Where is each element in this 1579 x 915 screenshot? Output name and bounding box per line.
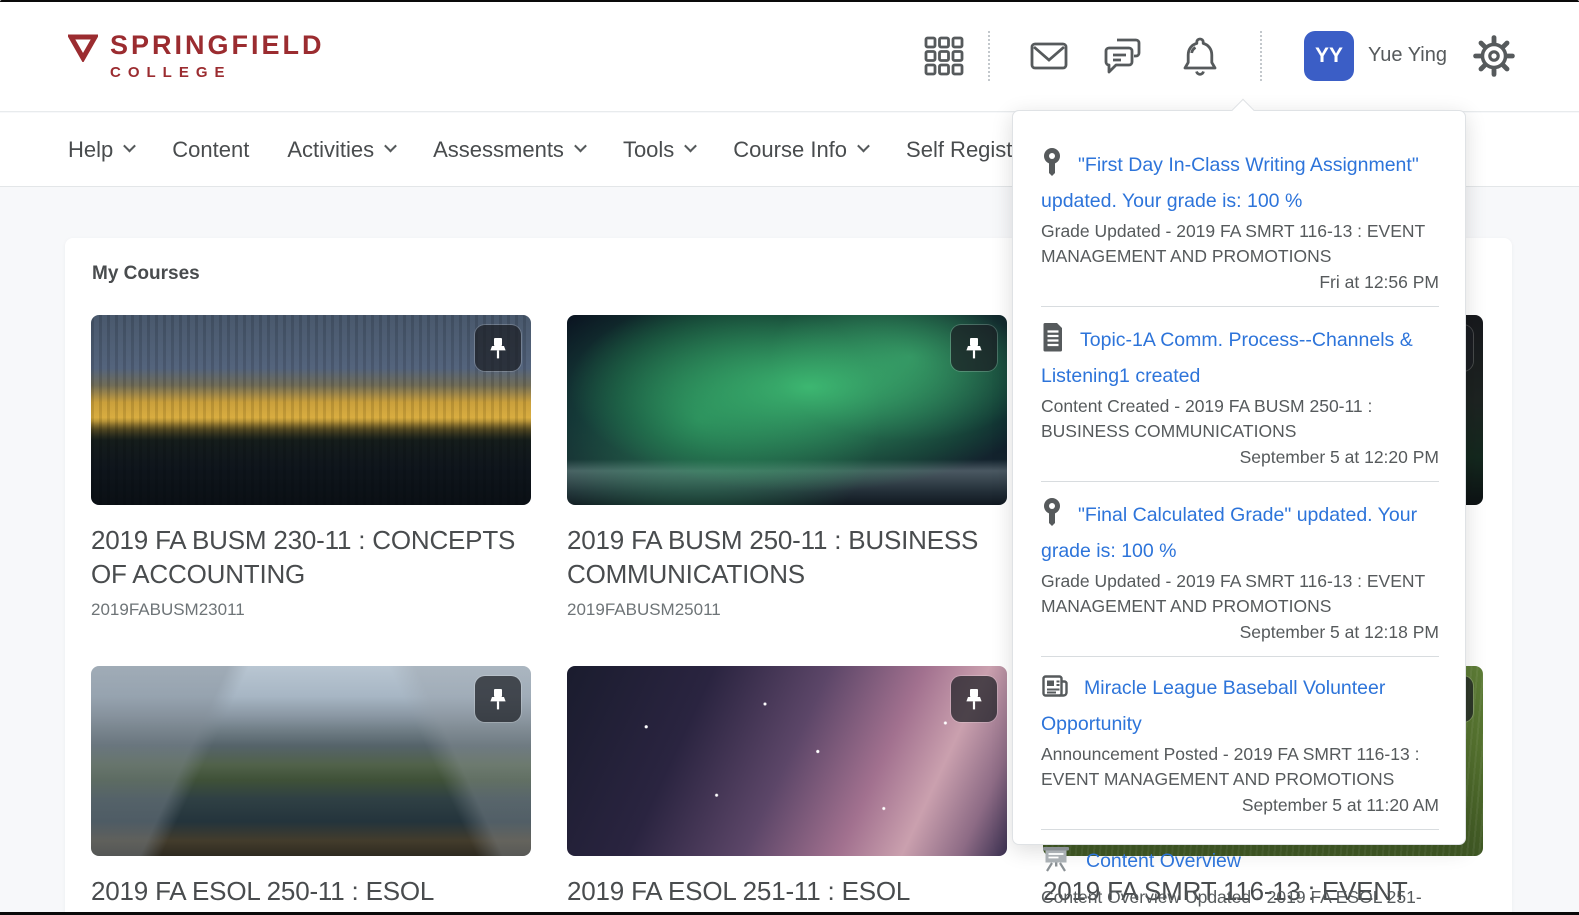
divider [1041, 306, 1439, 307]
window-frame-top [0, 0, 1579, 2]
pin-button[interactable] [475, 676, 521, 722]
chevron-down-icon [684, 140, 697, 153]
brand-subname: COLLEGE [110, 64, 325, 81]
course-thumbnail [567, 315, 1007, 505]
course-thumbnail [91, 666, 531, 856]
email-icon[interactable] [1026, 33, 1072, 79]
brand-name: SPRINGFIELD [110, 30, 325, 61]
triangle-logo-icon [68, 34, 98, 67]
nav-item-help[interactable]: Help [68, 137, 134, 163]
notifications-dropdown: "First Day In-Class Writing Assignment" … [1012, 110, 1466, 845]
user-name[interactable]: Yue Ying [1368, 44, 1447, 67]
settings-gear-icon[interactable] [1473, 35, 1515, 77]
divider [1041, 829, 1439, 830]
course-code: 2019FABUSM23011 [91, 600, 531, 620]
notification-detail: Announcement Posted - 2019 FA SMRT 116-1… [1041, 742, 1439, 792]
notification-link[interactable]: Content Overview [1041, 845, 1439, 882]
notification-bell-icon[interactable] [1176, 32, 1224, 80]
course-card-esol-251[interactable]: 2019 FA ESOL 251-11 : ESOL SPEAKING [567, 666, 1007, 915]
notification-link[interactable]: "Final Calculated Grade" updated. Your g… [1041, 497, 1439, 566]
nav-item-activities[interactable]: Activities [287, 137, 395, 163]
grade-key-icon [1041, 147, 1063, 186]
notification-item: Miracle League Baseball Volunteer Opport… [1041, 672, 1439, 830]
chevron-down-icon [857, 140, 870, 153]
app-header: SPRINGFIELD COLLEGE [0, 0, 1579, 112]
chevron-down-icon [574, 140, 587, 153]
waffle-grid-icon[interactable] [922, 34, 966, 78]
pin-button[interactable] [951, 325, 997, 371]
chevron-down-icon [384, 140, 397, 153]
course-title: 2019 FA ESOL 250-11 : ESOL READING [91, 874, 531, 915]
springfield-college-logo[interactable]: SPRINGFIELD COLLEGE [68, 30, 325, 81]
notification-timestamp: September 5 at 11:20 AM [1041, 795, 1439, 816]
course-card-busm-250[interactable]: 2019 FA BUSM 250-11 : BUSINESS COMMUNICA… [567, 315, 1007, 620]
divider [1041, 481, 1439, 482]
notification-item: "Final Calculated Grade" updated. Your g… [1041, 497, 1439, 657]
nav-item-tools[interactable]: Tools [623, 137, 695, 163]
notification-detail: Grade Updated - 2019 FA SMRT 116-13 : EV… [1041, 569, 1439, 619]
notification-detail: Content Overview Updated - 2019 FA ESOL … [1041, 885, 1439, 915]
course-card-esol-250[interactable]: 2019 FA ESOL 250-11 : ESOL READING [91, 666, 531, 915]
chevron-down-icon [123, 140, 136, 153]
notification-detail: Grade Updated - 2019 FA SMRT 116-13 : EV… [1041, 219, 1439, 269]
document-icon [1041, 322, 1065, 361]
course-title: 2019 FA BUSM 230-11 : CONCEPTS OF ACCOUN… [91, 523, 531, 591]
pin-button[interactable] [951, 676, 997, 722]
course-title: 2019 FA BUSM 250-11 : BUSINESS COMMUNICA… [567, 523, 1007, 591]
pin-button[interactable] [475, 325, 521, 371]
nav-item-assessments[interactable]: Assessments [433, 137, 585, 163]
course-card-busm-230[interactable]: 2019 FA BUSM 230-11 : CONCEPTS OF ACCOUN… [91, 315, 531, 620]
announcement-icon [1041, 672, 1069, 709]
course-thumbnail [91, 315, 531, 505]
nav-item-content[interactable]: Content [172, 137, 249, 163]
course-title: 2019 FA ESOL 251-11 : ESOL SPEAKING [567, 874, 1007, 915]
presentation-screen-icon [1041, 845, 1071, 882]
course-thumbnail [567, 666, 1007, 856]
course-code: 2019FABUSM25011 [567, 600, 1007, 620]
notification-link[interactable]: Miracle League Baseball Volunteer Opport… [1041, 672, 1439, 739]
grade-key-icon [1041, 497, 1063, 536]
header-divider [1260, 31, 1262, 81]
notification-detail: Content Created - 2019 FA BUSM 250-11 : … [1041, 394, 1439, 444]
notification-timestamp: Fri at 12:56 PM [1041, 272, 1439, 293]
user-avatar[interactable]: YY [1304, 31, 1354, 81]
notification-timestamp: September 5 at 12:18 PM [1041, 622, 1439, 643]
notification-timestamp: September 5 at 12:20 PM [1041, 447, 1439, 468]
nav-item-course-info[interactable]: Course Info [733, 137, 868, 163]
chat-icon[interactable] [1100, 32, 1148, 80]
notification-item: Content Overview Content Overview Update… [1041, 845, 1439, 915]
header-divider [988, 31, 990, 81]
notification-item: Topic-1A Comm. Process--Channels & Liste… [1041, 322, 1439, 482]
notification-item: "First Day In-Class Writing Assignment" … [1041, 147, 1439, 307]
notification-link[interactable]: Topic-1A Comm. Process--Channels & Liste… [1041, 322, 1439, 391]
notification-link[interactable]: "First Day In-Class Writing Assignment" … [1041, 147, 1439, 216]
divider [1041, 656, 1439, 657]
